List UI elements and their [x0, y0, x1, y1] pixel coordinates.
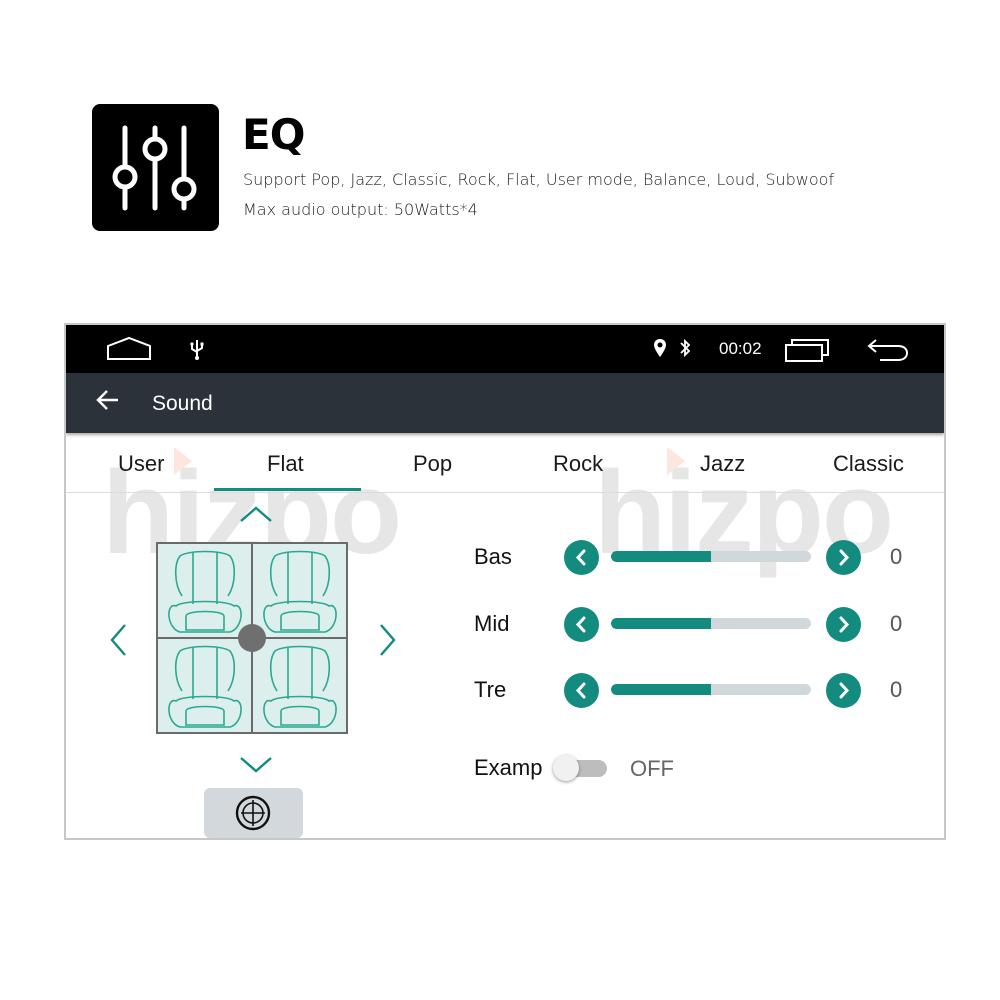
- chevron-right-icon: [839, 549, 850, 566]
- feature-title: EQ: [242, 110, 305, 159]
- band-value: 0: [890, 677, 903, 702]
- band-value: 0: [890, 611, 903, 636]
- tab-flat[interactable]: Flat: [267, 451, 304, 477]
- clock: 00:02: [719, 339, 762, 358]
- examp-state: OFF: [630, 756, 674, 781]
- chevron-down-icon[interactable]: [239, 756, 273, 774]
- eq-band-bass: Bas 0: [474, 538, 934, 578]
- arrow-left-icon[interactable]: [96, 389, 120, 411]
- increase-button[interactable]: [826, 673, 861, 708]
- eq-band-treble: Tre 0: [474, 671, 934, 711]
- tab-classic[interactable]: Classic: [833, 451, 904, 477]
- chevron-right-icon: [839, 682, 850, 699]
- home-icon[interactable]: [106, 336, 152, 361]
- page-title: Sound: [152, 392, 213, 415]
- recent-apps-icon[interactable]: [784, 337, 832, 363]
- seat-front-right: [253, 544, 347, 638]
- car-seat-icon: [263, 550, 337, 633]
- tab-pop[interactable]: Pop: [413, 451, 452, 477]
- decrease-button[interactable]: [564, 673, 599, 708]
- back-nav-icon[interactable]: [866, 337, 910, 363]
- chevron-up-icon[interactable]: [239, 505, 273, 523]
- chevron-left-icon: [575, 549, 586, 566]
- usb-icon: [190, 340, 204, 360]
- tab-jazz[interactable]: Jazz: [700, 451, 745, 477]
- seat-front-left: [158, 544, 252, 638]
- equalizer-sliders-icon: [112, 125, 197, 211]
- tab-marker: [667, 447, 685, 475]
- balance-reset-button[interactable]: [204, 788, 303, 838]
- car-seat-icon: [168, 550, 242, 633]
- feature-output-spec: Max audio output: 50Watts*4: [243, 200, 478, 219]
- band-label: Bas: [474, 544, 512, 569]
- band-value: 0: [890, 544, 903, 569]
- head-unit-screen: 00:02 Sound hizpo hizpo User Flat Pop Ro…: [64, 323, 946, 840]
- car-seat-icon: [168, 645, 242, 728]
- examp-toggle[interactable]: [553, 755, 609, 781]
- increase-button[interactable]: [826, 540, 861, 575]
- selected-tab-indicator: [214, 488, 361, 491]
- chevron-right-icon[interactable]: [379, 623, 397, 657]
- band-slider[interactable]: [611, 551, 811, 562]
- chevron-left-icon: [575, 616, 586, 633]
- location-icon: [654, 339, 666, 357]
- examp-label: Examp: [474, 755, 543, 780]
- status-bar: 00:02: [66, 325, 944, 373]
- increase-button[interactable]: [826, 607, 861, 642]
- slider-fill: [611, 551, 711, 562]
- decrease-button[interactable]: [564, 607, 599, 642]
- preset-tabs: User Flat Pop Rock Jazz Classic: [66, 435, 944, 493]
- decrease-button[interactable]: [564, 540, 599, 575]
- tab-rock[interactable]: Rock: [553, 451, 603, 477]
- band-slider[interactable]: [611, 618, 811, 629]
- eq-band-mid: Mid 0: [474, 605, 934, 645]
- band-slider[interactable]: [611, 684, 811, 695]
- chevron-right-icon: [839, 616, 850, 633]
- eq-feature-icon: [92, 104, 219, 231]
- slider-fill: [611, 618, 711, 629]
- chevron-left-icon: [575, 682, 586, 699]
- balance-pad[interactable]: [156, 542, 348, 734]
- slider-fill: [611, 684, 711, 695]
- seat-rear-right: [253, 639, 347, 733]
- chevron-left-icon[interactable]: [109, 623, 127, 657]
- tab-marker: [174, 447, 192, 475]
- balance-handle[interactable]: [238, 624, 266, 652]
- car-seat-icon: [263, 645, 337, 728]
- band-label: Mid: [474, 611, 510, 636]
- seat-rear-left: [158, 639, 252, 733]
- bluetooth-icon: [680, 338, 691, 358]
- balance-reset-icon: [235, 795, 271, 831]
- tab-user[interactable]: User: [118, 451, 164, 477]
- feature-description: Support Pop, Jazz, Classic, Rock, Flat, …: [243, 170, 835, 189]
- toggle-knob: [553, 755, 579, 781]
- band-label: Tre: [474, 677, 507, 702]
